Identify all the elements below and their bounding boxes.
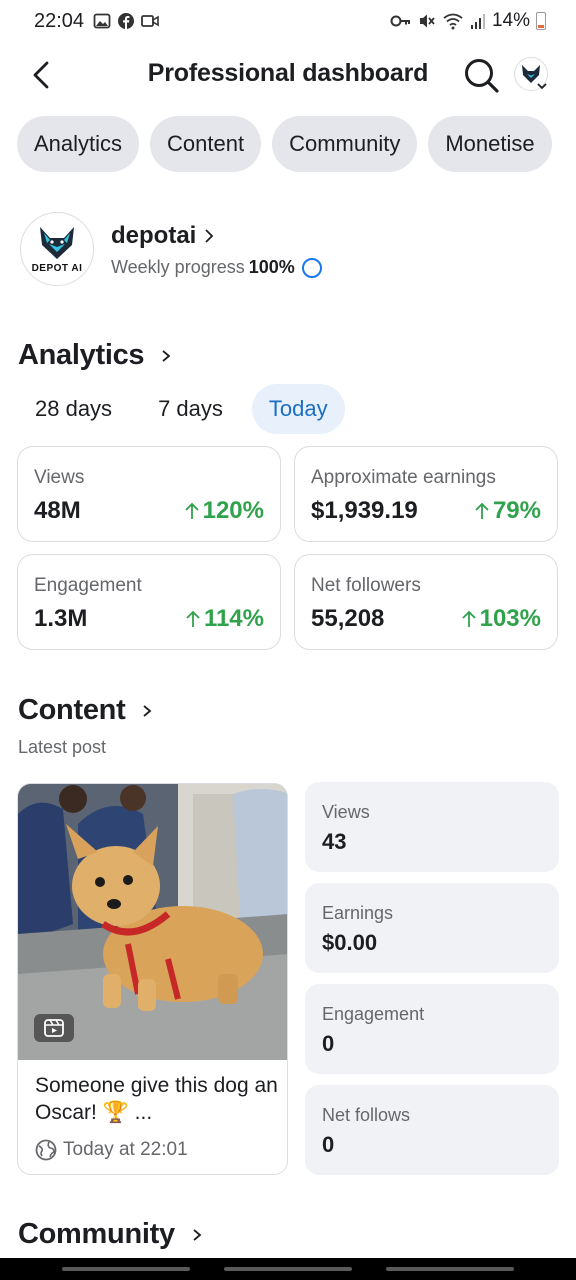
battery-percent: 14%	[491, 10, 530, 31]
stat-value: $0.00	[322, 930, 378, 955]
progress-ring-icon	[301, 257, 322, 278]
nav-recents-button[interactable]	[62, 1267, 190, 1271]
profile-name: depotai	[111, 222, 197, 249]
system-status: 14%	[390, 10, 546, 32]
key-icon	[390, 15, 410, 27]
stat-label: Net follows	[322, 1105, 411, 1125]
metric-change-value: 120%	[202, 497, 264, 524]
reel-badge	[34, 1014, 74, 1042]
range-7-days[interactable]: 7 days	[141, 384, 240, 434]
post-stat-engagement: Engagement 0	[305, 984, 559, 1074]
metric-change: 79%	[474, 497, 541, 525]
search-icon[interactable]	[462, 56, 500, 94]
chevron-down-icon[interactable]	[536, 80, 548, 92]
gallery-icon	[93, 13, 111, 29]
tab-monetise[interactable]: Monetise	[428, 116, 552, 172]
progress-label: Weekly progress	[111, 257, 245, 277]
stat-value: 0	[322, 1132, 335, 1157]
post-caption: Someone give this dog an Oscar! 🏆 ...	[35, 1074, 278, 1124]
nav-home-button[interactable]	[224, 1267, 352, 1271]
fox-logo-icon	[40, 226, 74, 259]
post-stat-net-follows: Net follows 0	[305, 1085, 559, 1175]
mute-icon	[419, 14, 435, 28]
analytics-title: Analytics	[18, 339, 145, 371]
metric-value: 48M	[34, 497, 81, 524]
stat-value: 43	[322, 829, 347, 854]
arrow-up-icon	[461, 610, 476, 627]
profile-name-link[interactable]: depotai	[111, 222, 214, 250]
latest-post-card[interactable]: Someone give this dog an Oscar! 🏆 ... To…	[17, 783, 288, 1175]
metric-change-value: 114%	[203, 605, 264, 632]
dashboard-tabs: Analytics Content Community Monetise	[17, 116, 552, 172]
tab-analytics[interactable]: Analytics	[17, 116, 140, 172]
signal-icon	[470, 14, 485, 29]
metric-label: Net followers	[311, 575, 421, 596]
system-navigation-bar	[0, 1258, 576, 1280]
post-timestamp: Today at 22:01	[35, 1139, 188, 1161]
post-stat-views: Views 43	[305, 782, 559, 872]
metric-value: 55,208	[311, 605, 385, 632]
arrow-up-icon	[186, 610, 200, 627]
reels-icon	[44, 1019, 64, 1037]
metric-change: 103%	[461, 605, 541, 633]
metric-change: 120%	[184, 497, 264, 525]
status-bar: 22:04 14%	[0, 0, 576, 44]
logo-text: DEPOT AI	[31, 262, 83, 274]
stat-label: Engagement	[322, 1004, 425, 1024]
post-time-text: Today at 22:01	[63, 1139, 188, 1160]
latest-post-label: Latest post	[18, 737, 107, 757]
arrow-up-icon	[475, 502, 489, 519]
arrow-up-icon	[184, 502, 199, 519]
metric-card-engagement[interactable]: Engagement 1.3M 114%	[17, 554, 281, 650]
wifi-icon	[443, 13, 463, 30]
range-28-days[interactable]: 28 days	[18, 384, 129, 434]
metric-card-views[interactable]: Views 48M 120%	[17, 446, 281, 542]
weekly-progress: Weekly progress 100%	[111, 257, 322, 278]
metric-change: 114%	[185, 605, 264, 633]
status-time: 22:04	[34, 10, 85, 32]
metric-value: 1.3M	[34, 605, 88, 632]
stat-label: Earnings	[322, 903, 394, 923]
app-header: Professional dashboard	[0, 48, 576, 104]
tab-community[interactable]: Community	[272, 116, 418, 172]
range-today[interactable]: Today	[251, 384, 345, 434]
chevron-right-icon	[193, 1228, 202, 1241]
notification-icons	[93, 12, 159, 30]
metric-value: $1,939.19	[311, 497, 418, 524]
community-title: Community	[18, 1218, 175, 1250]
chevron-right-icon	[162, 349, 171, 362]
profile-summary[interactable]: DEPOT AI depotai Weekly progress 100%	[20, 212, 560, 288]
facebook-icon	[118, 13, 134, 29]
metric-card-earnings[interactable]: Approximate earnings $1,939.19 79%	[294, 446, 558, 542]
video-icon	[141, 15, 159, 27]
metric-label: Engagement	[34, 575, 142, 596]
chevron-right-icon	[205, 229, 214, 243]
metric-card-net-followers[interactable]: Net followers 55,208 103%	[294, 554, 558, 650]
community-section-header[interactable]: Community	[18, 1218, 203, 1251]
tab-content[interactable]: Content	[150, 116, 262, 172]
battery-icon	[536, 12, 546, 30]
metric-change-value: 79%	[492, 497, 541, 524]
content-title: Content	[18, 694, 126, 726]
profile-avatar[interactable]: DEPOT AI	[20, 212, 94, 286]
globe-icon	[35, 1139, 57, 1161]
post-thumbnail[interactable]	[18, 784, 287, 1060]
progress-value: 100%	[248, 257, 295, 277]
time-range-selector: 28 days 7 days Today	[18, 384, 357, 434]
nav-back-button[interactable]	[386, 1267, 514, 1271]
metric-label: Views	[34, 467, 85, 488]
analytics-section-header[interactable]: Analytics	[18, 339, 172, 372]
content-section-header[interactable]: Content	[18, 694, 153, 727]
stat-label: Views	[322, 802, 370, 822]
metric-change-value: 103%	[479, 605, 541, 632]
stat-value: 0	[322, 1031, 335, 1056]
chevron-right-icon	[143, 704, 152, 717]
metric-label: Approximate earnings	[311, 467, 496, 488]
post-stat-earnings: Earnings $0.00	[305, 883, 559, 973]
